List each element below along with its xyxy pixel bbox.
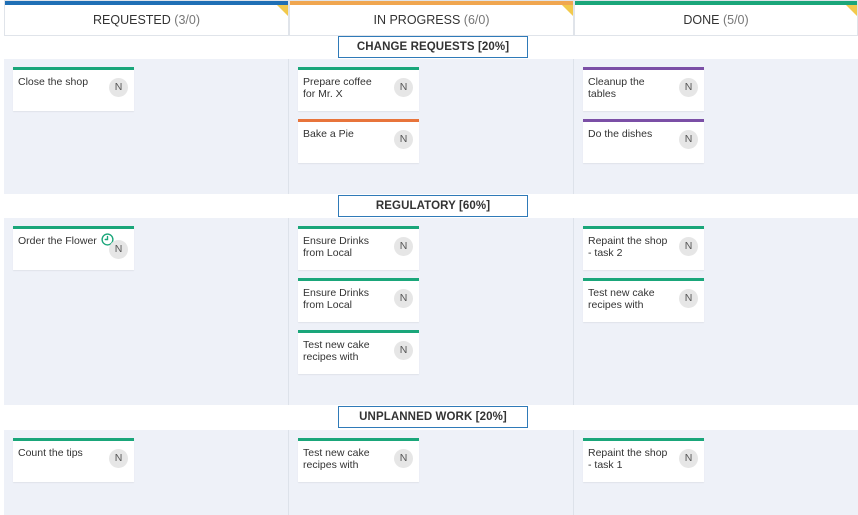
- card-color-stripe: [583, 278, 704, 281]
- assignee-avatar[interactable]: N: [679, 130, 698, 149]
- column-count: (5/0): [722, 13, 749, 27]
- assignee-avatar[interactable]: N: [394, 449, 413, 468]
- task-card[interactable]: Ensure Drinks from Local N: [298, 278, 419, 322]
- card-color-stripe: [583, 67, 704, 70]
- column-name: IN PROGRESS: [373, 13, 461, 27]
- column-corner-flag-icon: [277, 5, 288, 16]
- card-title: Count the tips: [18, 447, 83, 459]
- column-header-in-progress[interactable]: IN PROGRESS (6/0): [289, 0, 574, 36]
- task-card[interactable]: Ensure Drinks from Local N: [298, 226, 419, 270]
- card-color-stripe: [298, 67, 419, 70]
- column-header-requested[interactable]: REQUESTED (3/0): [4, 0, 289, 36]
- column-color-bar: [575, 1, 857, 5]
- swimlane-cell-requested: Order the Flower N: [4, 218, 289, 405]
- card-title: Close the shop: [18, 76, 89, 88]
- kanban-board: REQUESTED (3/0) IN PROGRESS (6/0) DONE (5/…: [4, 0, 858, 515]
- swimlane-cell-in-progress: Ensure Drinks from Local N Ensure Drinks f…: [289, 218, 574, 405]
- card-title: Ensure Drinks from Local: [303, 235, 369, 259]
- assignee-avatar[interactable]: N: [394, 341, 413, 360]
- column-name: DONE: [683, 13, 720, 27]
- swimlane-cell-in-progress: Prepare coffee for Mr. X N Bake a Pie N: [289, 59, 574, 194]
- swimlane-body: Close the shop N Prepare coffee for Mr. X N…: [4, 59, 858, 194]
- card-title: Test new cake recipes with: [303, 447, 370, 471]
- task-card[interactable]: Test new cake recipes with N: [298, 438, 419, 482]
- swimlane-cell-requested: Count the tips N: [4, 430, 289, 515]
- swimlane-title[interactable]: CHANGE REQUESTS [20%]: [338, 36, 528, 58]
- card-title: Test new cake recipes with: [303, 339, 370, 363]
- assignee-avatar[interactable]: N: [394, 130, 413, 149]
- column-color-bar: [5, 1, 288, 5]
- column-count: (3/0): [174, 13, 200, 27]
- card-title: Order the Flower: [18, 235, 97, 247]
- task-card[interactable]: Repaint the shop - task 2 N: [583, 226, 704, 270]
- swimlane-body: Order the Flower N Ensure Drinks from Loca…: [4, 218, 858, 405]
- card-title: Repaint the shop - task 2: [588, 235, 668, 259]
- card-title: Do the dishes: [588, 128, 653, 140]
- card-title: Repaint the shop - task 1: [588, 447, 668, 471]
- assignee-avatar[interactable]: N: [109, 78, 128, 97]
- card-title: Cleanup the tables: [588, 76, 645, 100]
- card-color-stripe: [298, 278, 419, 281]
- assignee-avatar[interactable]: N: [679, 237, 698, 256]
- assignee-avatar[interactable]: N: [109, 240, 128, 259]
- task-card[interactable]: Do the dishes N: [583, 119, 704, 163]
- swimlane-cell-done: Repaint the shop - task 1 N: [574, 430, 858, 515]
- card-title: Bake a Pie: [303, 128, 354, 140]
- task-card[interactable]: Cleanup the tables N: [583, 67, 704, 111]
- task-card[interactable]: Order the Flower N: [13, 226, 134, 270]
- task-card[interactable]: Count the tips N: [13, 438, 134, 482]
- card-color-stripe: [583, 119, 704, 122]
- column-count: (6/0): [463, 13, 490, 27]
- card-color-stripe: [298, 438, 419, 441]
- swimlane-title[interactable]: REGULATORY [60%]: [338, 195, 528, 217]
- assignee-avatar[interactable]: N: [394, 78, 413, 97]
- column-headers: REQUESTED (3/0) IN PROGRESS (6/0) DONE (5/…: [4, 0, 858, 36]
- swimlane-cell-done: Cleanup the tables N Do the dishes N: [574, 59, 858, 194]
- swimlane-body: Count the tips N Test new cake recipes wit…: [4, 430, 858, 515]
- assignee-avatar[interactable]: N: [679, 289, 698, 308]
- card-title: Prepare coffee for Mr. X: [303, 76, 372, 100]
- task-card[interactable]: Close the shop N: [13, 67, 134, 111]
- swimlane-title[interactable]: UNPLANNED WORK [20%]: [338, 406, 528, 428]
- card-color-stripe: [298, 330, 419, 333]
- task-card[interactable]: Test new cake recipes with N: [583, 278, 704, 322]
- swimlane-cell-in-progress: Test new cake recipes with N: [289, 430, 574, 515]
- column-name: REQUESTED: [93, 13, 171, 27]
- column-header-done[interactable]: DONE (5/0): [574, 0, 858, 36]
- task-card[interactable]: Prepare coffee for Mr. X N: [298, 67, 419, 111]
- assignee-avatar[interactable]: N: [394, 237, 413, 256]
- task-card[interactable]: Repaint the shop - task 1 N: [583, 438, 704, 482]
- card-color-stripe: [298, 119, 419, 122]
- assignee-avatar[interactable]: N: [109, 449, 128, 468]
- swimlane-cell-done: Repaint the shop - task 2 N Test new cake …: [574, 218, 858, 405]
- card-color-stripe: [13, 438, 134, 441]
- column-corner-flag-icon: [562, 5, 573, 16]
- assignee-avatar[interactable]: N: [679, 78, 698, 97]
- card-color-stripe: [13, 226, 134, 229]
- card-color-stripe: [583, 438, 704, 441]
- assignee-avatar[interactable]: N: [394, 289, 413, 308]
- card-color-stripe: [298, 226, 419, 229]
- task-card[interactable]: Test new cake recipes with N: [298, 330, 419, 374]
- column-corner-flag-icon: [846, 5, 857, 16]
- column-color-bar: [290, 1, 573, 5]
- assignee-avatar[interactable]: N: [679, 449, 698, 468]
- card-color-stripe: [13, 67, 134, 70]
- task-card[interactable]: Bake a Pie N: [298, 119, 419, 163]
- card-color-stripe: [583, 226, 704, 229]
- card-title: Ensure Drinks from Local: [303, 287, 369, 311]
- swimlane-cell-requested: Close the shop N: [4, 59, 289, 194]
- card-title: Test new cake recipes with: [588, 287, 655, 311]
